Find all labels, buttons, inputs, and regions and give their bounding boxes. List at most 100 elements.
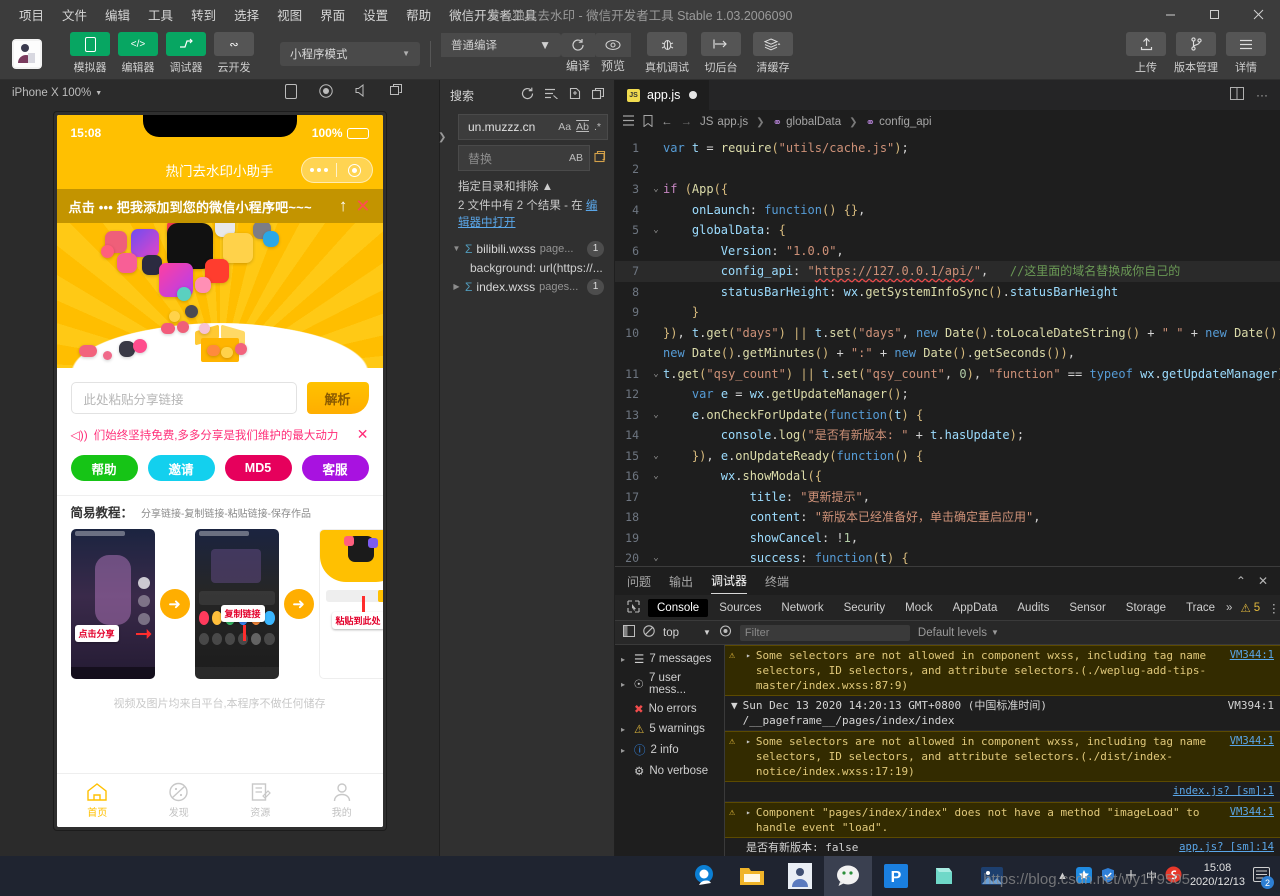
console-source-link[interactable]: VM394:1 <box>1228 698 1274 728</box>
code-line[interactable]: 7 config_api: "https://127.0.0.1/api/", … <box>615 261 1280 282</box>
expand-icon[interactable]: ▸ <box>746 648 751 693</box>
toolbar-debugger-button[interactable]: 调试器 <box>164 32 208 75</box>
menu-item-edit[interactable]: 编辑 <box>96 2 139 27</box>
fold-toggle-icon[interactable]: ⌄ <box>649 446 663 467</box>
invite-pill-button[interactable]: 邀请 <box>148 455 215 481</box>
code-line[interactable]: 13⌄ e.onCheckForUpdate(function(t) { <box>615 405 1280 426</box>
wechat-capsule[interactable] <box>301 157 373 183</box>
code-line[interactable]: 8 statusBarHeight: wx.getSystemInfoSync(… <box>615 282 1280 303</box>
expand-all-icon[interactable] <box>569 87 581 103</box>
menu-item-goto[interactable]: 转到 <box>182 2 225 27</box>
clear-console-icon[interactable] <box>643 625 655 640</box>
chevron-down-icon[interactable]: ▼ <box>731 698 738 728</box>
console-source-link[interactable]: app.js? [sm]:14 <box>1179 840 1274 855</box>
menu-item-help[interactable]: 帮助 <box>397 2 440 27</box>
console-source-link[interactable]: index.js? [sm]:1 <box>1173 784 1274 799</box>
bookmark-icon[interactable] <box>643 115 653 130</box>
devtools-tab-mock[interactable]: Mock <box>896 599 941 617</box>
console-source-link[interactable]: VM344:1 <box>1230 648 1274 663</box>
breadcrumb-item-configapi[interactable]: ⚭ config_api <box>866 115 932 129</box>
fold-toggle-icon[interactable]: ⌄ <box>649 548 663 566</box>
tray-ime-icon[interactable] <box>1124 868 1138 885</box>
sidebar-item-user-messages[interactable]: ▸ ☉ 7 user mess... <box>615 669 724 699</box>
search-result-file[interactable]: ▶ Σ index.wxss pages... 1 <box>446 277 608 297</box>
chevron-right-icon[interactable]: ▸ <box>621 655 629 664</box>
chevron-right-icon[interactable]: ▶ <box>452 282 461 291</box>
regex-icon[interactable]: .* <box>594 121 601 133</box>
nav-forward-icon[interactable]: → <box>681 116 693 128</box>
taskbar-powerpoint-icon[interactable]: P <box>872 856 920 896</box>
sidebar-item-verbose[interactable]: ⚙ No verbose <box>615 761 724 781</box>
code-line[interactable]: 10}), t.get("days") || t.set("days", new… <box>615 323 1280 344</box>
toggle-replace-icon[interactable]: ❯ <box>438 132 446 143</box>
search-result-file[interactable]: ▼ Σ bilibili.wxss page... 1 <box>446 239 608 259</box>
devtools-tab-trace[interactable]: Trace <box>1177 599 1224 617</box>
code-line[interactable]: 14 console.log("是否有新版本: " + t.hasUpdate)… <box>615 425 1280 446</box>
device-rotate-icon[interactable] <box>285 84 297 102</box>
code-line[interactable]: 1var t = require("utils/cache.js"); <box>615 138 1280 159</box>
panel-tab-terminal[interactable]: 终端 <box>765 569 789 594</box>
code-area[interactable]: 1var t = require("utils/cache.js");2 3⌄i… <box>615 134 1280 566</box>
panel-tab-output[interactable]: 输出 <box>669 569 693 594</box>
menu-item-file[interactable]: 文件 <box>53 2 96 27</box>
console-levels-select[interactable]: Default levels ▼ <box>918 627 999 639</box>
replace-all-icon[interactable] <box>594 150 608 167</box>
breadcrumb-item-file[interactable]: JS app.js <box>700 116 748 128</box>
clear-cache-button[interactable]: 清缓存 <box>749 32 797 75</box>
devtools-menu-icon[interactable]: ⋮ <box>1268 601 1280 615</box>
collapse-panel-icon[interactable]: ⌃ <box>1236 574 1246 588</box>
tab-resources[interactable]: 资源 <box>220 774 302 827</box>
sidebar-item-info[interactable]: ▸ ⓘ 2 info <box>615 739 724 761</box>
fold-toggle-icon[interactable]: ⌄ <box>649 179 663 200</box>
toolbar-simulator-button[interactable]: 模拟器 <box>68 32 112 75</box>
code-line[interactable]: 3⌄if (App({ <box>615 179 1280 200</box>
devtools-tab-appdata[interactable]: AppData <box>944 599 1007 617</box>
console-warning-row[interactable]: ⚠▸Some selectors are not allowed in comp… <box>725 731 1280 782</box>
compile-select[interactable]: 普通编译 ▼ <box>441 33 561 57</box>
fold-toggle-icon[interactable]: ⌄ <box>649 466 663 487</box>
split-editor-icon[interactable] <box>1230 87 1244 103</box>
tip-close-icon[interactable]: ✕ <box>355 196 370 217</box>
avatar[interactable] <box>12 39 42 69</box>
mode-select[interactable]: 小程序模式 ▼ <box>280 42 420 66</box>
taskbar-book-icon[interactable] <box>920 856 968 896</box>
code-line[interactable]: 15⌄ }), e.onUpdateReady(function() { <box>615 446 1280 467</box>
replace-input[interactable]: 替换 AB <box>458 145 590 171</box>
tray-ime-label[interactable]: 中 <box>1146 868 1157 884</box>
console-sidebar-toggle-icon[interactable] <box>623 625 635 640</box>
window-copy-icon[interactable] <box>390 84 403 102</box>
console-source-link[interactable]: VM344:1 <box>1230 805 1274 820</box>
upload-button[interactable]: 上传 <box>1124 32 1168 75</box>
background-button[interactable]: 切后台 <box>697 32 745 75</box>
close-circle-icon[interactable] <box>337 164 372 177</box>
fold-toggle-icon[interactable]: ⌄ <box>649 405 663 426</box>
search-input[interactable]: un.muzzz.cn Aa Ab .* <box>458 114 608 140</box>
device-select[interactable]: iPhone X 100% ▼ <box>12 87 102 99</box>
code-line[interactable]: 20⌄ success: function(t) { <box>615 548 1280 566</box>
taskbar-photos-icon[interactable] <box>968 856 1016 896</box>
paste-link-input[interactable]: 此处粘贴分享链接 <box>71 382 297 414</box>
code-line[interactable]: 17 title: "更新提示", <box>615 487 1280 508</box>
tab-discover[interactable]: 发现 <box>138 774 220 827</box>
console-settings-eye-icon[interactable] <box>719 625 732 640</box>
taskbar-browser-icon[interactable] <box>680 856 728 896</box>
panel-tab-problems[interactable]: 问题 <box>627 569 651 594</box>
expand-icon[interactable]: ▸ <box>746 805 751 835</box>
chevron-right-icon[interactable]: ▸ <box>621 746 629 755</box>
warning-count-badge[interactable]: ⚠ 5 <box>1240 601 1260 615</box>
code-line[interactable]: 16⌄ wx.showModal({ <box>615 466 1280 487</box>
expand-icon[interactable]: ▸ <box>746 734 751 779</box>
panel-tab-debugger[interactable]: 调试器 <box>711 568 747 594</box>
service-pill-button[interactable]: 客服 <box>302 455 369 481</box>
record-icon[interactable] <box>319 84 333 102</box>
code-line[interactable]: new Date().getMinutes() + ":" + new Date… <box>615 343 1280 364</box>
md5-pill-button[interactable]: MD5 <box>225 455 292 481</box>
menu-item-tools[interactable]: 工具 <box>139 2 182 27</box>
code-line[interactable]: 19 showCancel: !1, <box>615 528 1280 549</box>
tab-mine[interactable]: 我的 <box>301 774 383 827</box>
devtools-overflow-icon[interactable]: » <box>1226 602 1232 614</box>
console-group-row[interactable]: ▼Sun Dec 13 2020 14:20:13 GMT+0800 (中国标准… <box>725 696 1280 731</box>
maximize-button[interactable] <box>1192 0 1236 28</box>
devtools-tab-sources[interactable]: Sources <box>710 599 770 617</box>
console-log-row[interactable]: index.js? [sm]:1 <box>725 782 1280 802</box>
